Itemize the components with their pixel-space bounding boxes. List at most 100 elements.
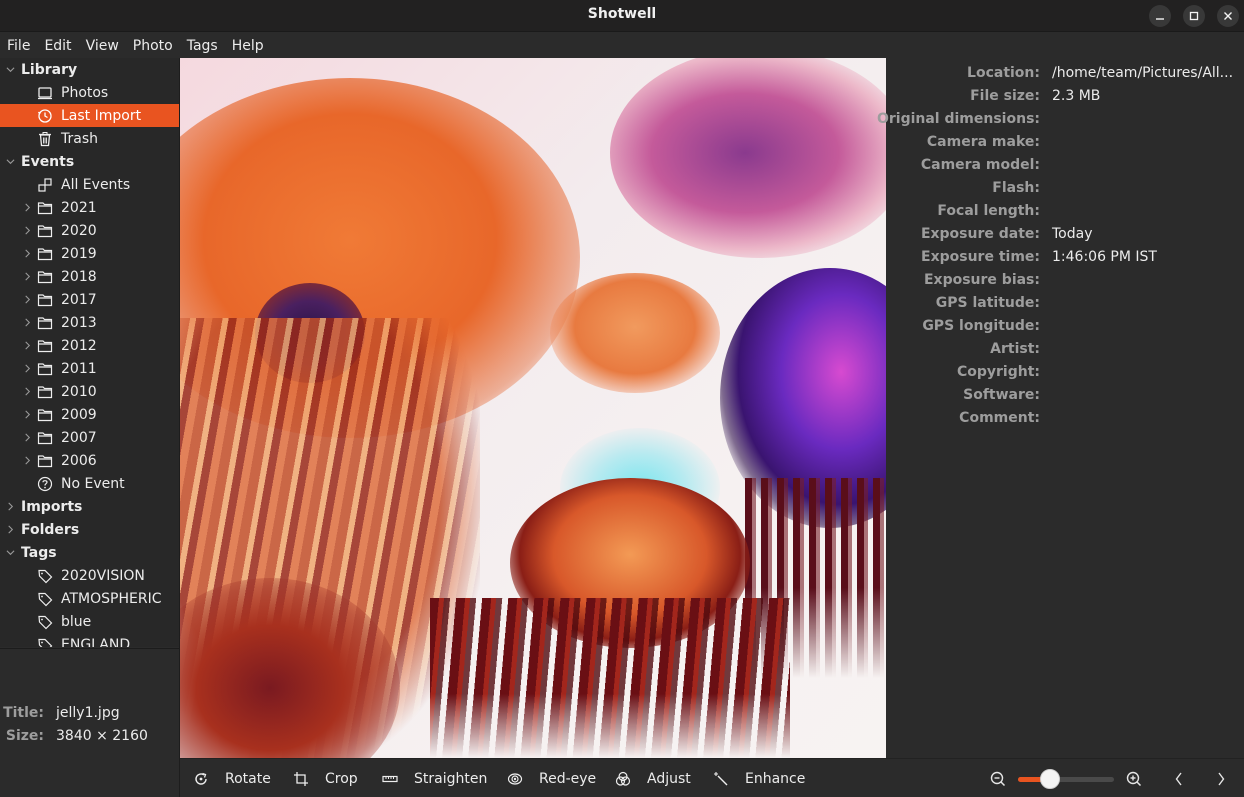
- zoom-in-icon[interactable]: [1125, 770, 1143, 788]
- property-label: Camera model:: [920, 157, 1040, 173]
- sidebar-item-event-2013[interactable]: 2013: [0, 311, 179, 334]
- property-row: Software:: [886, 387, 1244, 410]
- adjust-icon: [615, 771, 631, 786]
- chevron-down-icon[interactable]: [5, 548, 15, 558]
- title-value: jelly1.jpg: [56, 705, 120, 721]
- chevron-right-icon[interactable]: [22, 203, 32, 213]
- enhance-button[interactable]: Enhance: [713, 768, 805, 790]
- property-label: Exposure date:: [920, 226, 1040, 242]
- property-label: Focal length:: [937, 203, 1040, 219]
- properties-panel: Location: /home/team/Pictures/All... File …: [877, 58, 1244, 758]
- chevron-right-icon[interactable]: [5, 525, 15, 535]
- chevron-right-icon[interactable]: [5, 502, 15, 512]
- chevron-right-icon[interactable]: [22, 410, 32, 420]
- chevron-right-icon[interactable]: [22, 387, 32, 397]
- zoom-out-icon[interactable]: [989, 770, 1007, 788]
- minimize-button[interactable]: [1149, 5, 1171, 27]
- sidebar-item-event-2017[interactable]: 2017: [0, 288, 179, 311]
- sidebar-header-library[interactable]: Library: [0, 58, 179, 81]
- property-row: File size: 2.3 MB: [886, 88, 1244, 111]
- sidebar-item-tag[interactable]: ATMOSPHERIC: [0, 587, 179, 610]
- property-row: Location: /home/team/Pictures/All...: [886, 65, 1244, 88]
- previous-photo-button[interactable]: [1170, 770, 1188, 788]
- sidebar-header-events[interactable]: Events: [0, 150, 179, 173]
- zoom-slider-handle[interactable]: [1039, 769, 1060, 789]
- sidebar-item-tag[interactable]: blue: [0, 610, 179, 633]
- property-row: Camera make:: [886, 134, 1244, 157]
- chevron-right-icon[interactable]: [22, 433, 32, 443]
- crop-icon: [294, 772, 308, 786]
- chevron-down-icon[interactable]: [5, 157, 15, 167]
- folder-icon: [37, 338, 53, 354]
- menu-file[interactable]: File: [7, 38, 30, 54]
- chevron-right-icon[interactable]: [22, 456, 32, 466]
- property-row: Artist:: [886, 341, 1244, 364]
- chevron-down-icon[interactable]: [5, 65, 15, 75]
- title-label: Title:: [3, 705, 44, 721]
- sidebar-item-event-2009[interactable]: 2009: [0, 403, 179, 426]
- property-label: File size:: [970, 88, 1040, 104]
- red-eye-button[interactable]: Red-eye: [507, 768, 596, 790]
- photo-viewer[interactable]: [180, 58, 886, 758]
- menu-photo[interactable]: Photo: [133, 38, 173, 54]
- all-events-icon: [37, 177, 53, 193]
- sidebar-item-event-2006[interactable]: 2006: [0, 449, 179, 472]
- sidebar-item-event-2020[interactable]: 2020: [0, 219, 179, 242]
- magic-wand-icon: [714, 772, 728, 786]
- menu-edit[interactable]: Edit: [44, 38, 71, 54]
- folder-icon: [37, 407, 53, 423]
- close-button[interactable]: [1217, 5, 1239, 27]
- sidebar-header-folders[interactable]: Folders: [0, 518, 179, 541]
- property-label: Comment:: [959, 410, 1040, 426]
- zoom-slider[interactable]: [1018, 769, 1114, 789]
- tag-icon: [37, 591, 53, 607]
- sidebar-item-all-events[interactable]: All Events: [0, 173, 179, 196]
- sidebar-item-event-2018[interactable]: 2018: [0, 265, 179, 288]
- rotate-button[interactable]: Rotate: [193, 768, 271, 790]
- chevron-right-icon[interactable]: [22, 249, 32, 259]
- title-bar: Shotwell: [0, 0, 1244, 32]
- straighten-button[interactable]: Straighten: [382, 768, 487, 790]
- photo-info-panel: Title: jelly1.jpg Size: 3840 × 2160: [0, 648, 179, 758]
- sidebar-item-photos[interactable]: Photos: [0, 81, 179, 104]
- sidebar-header-tags[interactable]: Tags: [0, 541, 179, 564]
- sidebar-header-imports[interactable]: Imports: [0, 495, 179, 518]
- sidebar-item-event-2012[interactable]: 2012: [0, 334, 179, 357]
- adjust-button[interactable]: Adjust: [615, 768, 691, 790]
- property-row: Exposure time: 1:46:06 PM IST: [886, 249, 1244, 272]
- property-label: GPS longitude:: [922, 318, 1040, 334]
- sidebar-item-trash[interactable]: Trash: [0, 127, 179, 150]
- sidebar-item-tag[interactable]: ENGLAND: [0, 633, 179, 647]
- menu-view[interactable]: View: [86, 38, 119, 54]
- chevron-right-icon[interactable]: [22, 318, 32, 328]
- chevron-right-icon[interactable]: [22, 226, 32, 236]
- sidebar-item-tag[interactable]: 2020VISION: [0, 564, 179, 587]
- chevron-right-icon[interactable]: [22, 341, 32, 351]
- menu-help[interactable]: Help: [232, 38, 264, 54]
- chevron-right-icon[interactable]: [22, 295, 32, 305]
- crop-button[interactable]: Crop: [293, 768, 358, 790]
- property-row: Original dimensions:: [877, 111, 1244, 134]
- sidebar-item-no-event[interactable]: No Event: [0, 472, 179, 495]
- sidebar-item-last-import[interactable]: Last Import: [0, 104, 179, 127]
- chevron-right-icon[interactable]: [22, 364, 32, 374]
- sidebar-item-event-2021[interactable]: 2021: [0, 196, 179, 219]
- property-label: Location:: [967, 65, 1040, 81]
- sidebar-item-event-2007[interactable]: 2007: [0, 426, 179, 449]
- property-row: Focal length:: [886, 203, 1244, 226]
- trash-icon: [37, 131, 53, 147]
- property-label: Artist:: [990, 341, 1040, 357]
- property-label: Flash:: [992, 180, 1040, 196]
- menu-tags[interactable]: Tags: [187, 38, 218, 54]
- sidebar-item-event-2010[interactable]: 2010: [0, 380, 179, 403]
- maximize-button[interactable]: [1183, 5, 1205, 27]
- tag-icon: [37, 568, 53, 584]
- window-title: Shotwell: [587, 6, 657, 22]
- folder-icon: [37, 292, 53, 308]
- chevron-right-icon[interactable]: [22, 272, 32, 282]
- photo-image: [180, 58, 886, 758]
- sidebar-item-event-2011[interactable]: 2011: [0, 357, 179, 380]
- sidebar: Library Photos Last Import Trash Events …: [0, 58, 179, 647]
- next-photo-button[interactable]: [1212, 770, 1230, 788]
- sidebar-item-event-2019[interactable]: 2019: [0, 242, 179, 265]
